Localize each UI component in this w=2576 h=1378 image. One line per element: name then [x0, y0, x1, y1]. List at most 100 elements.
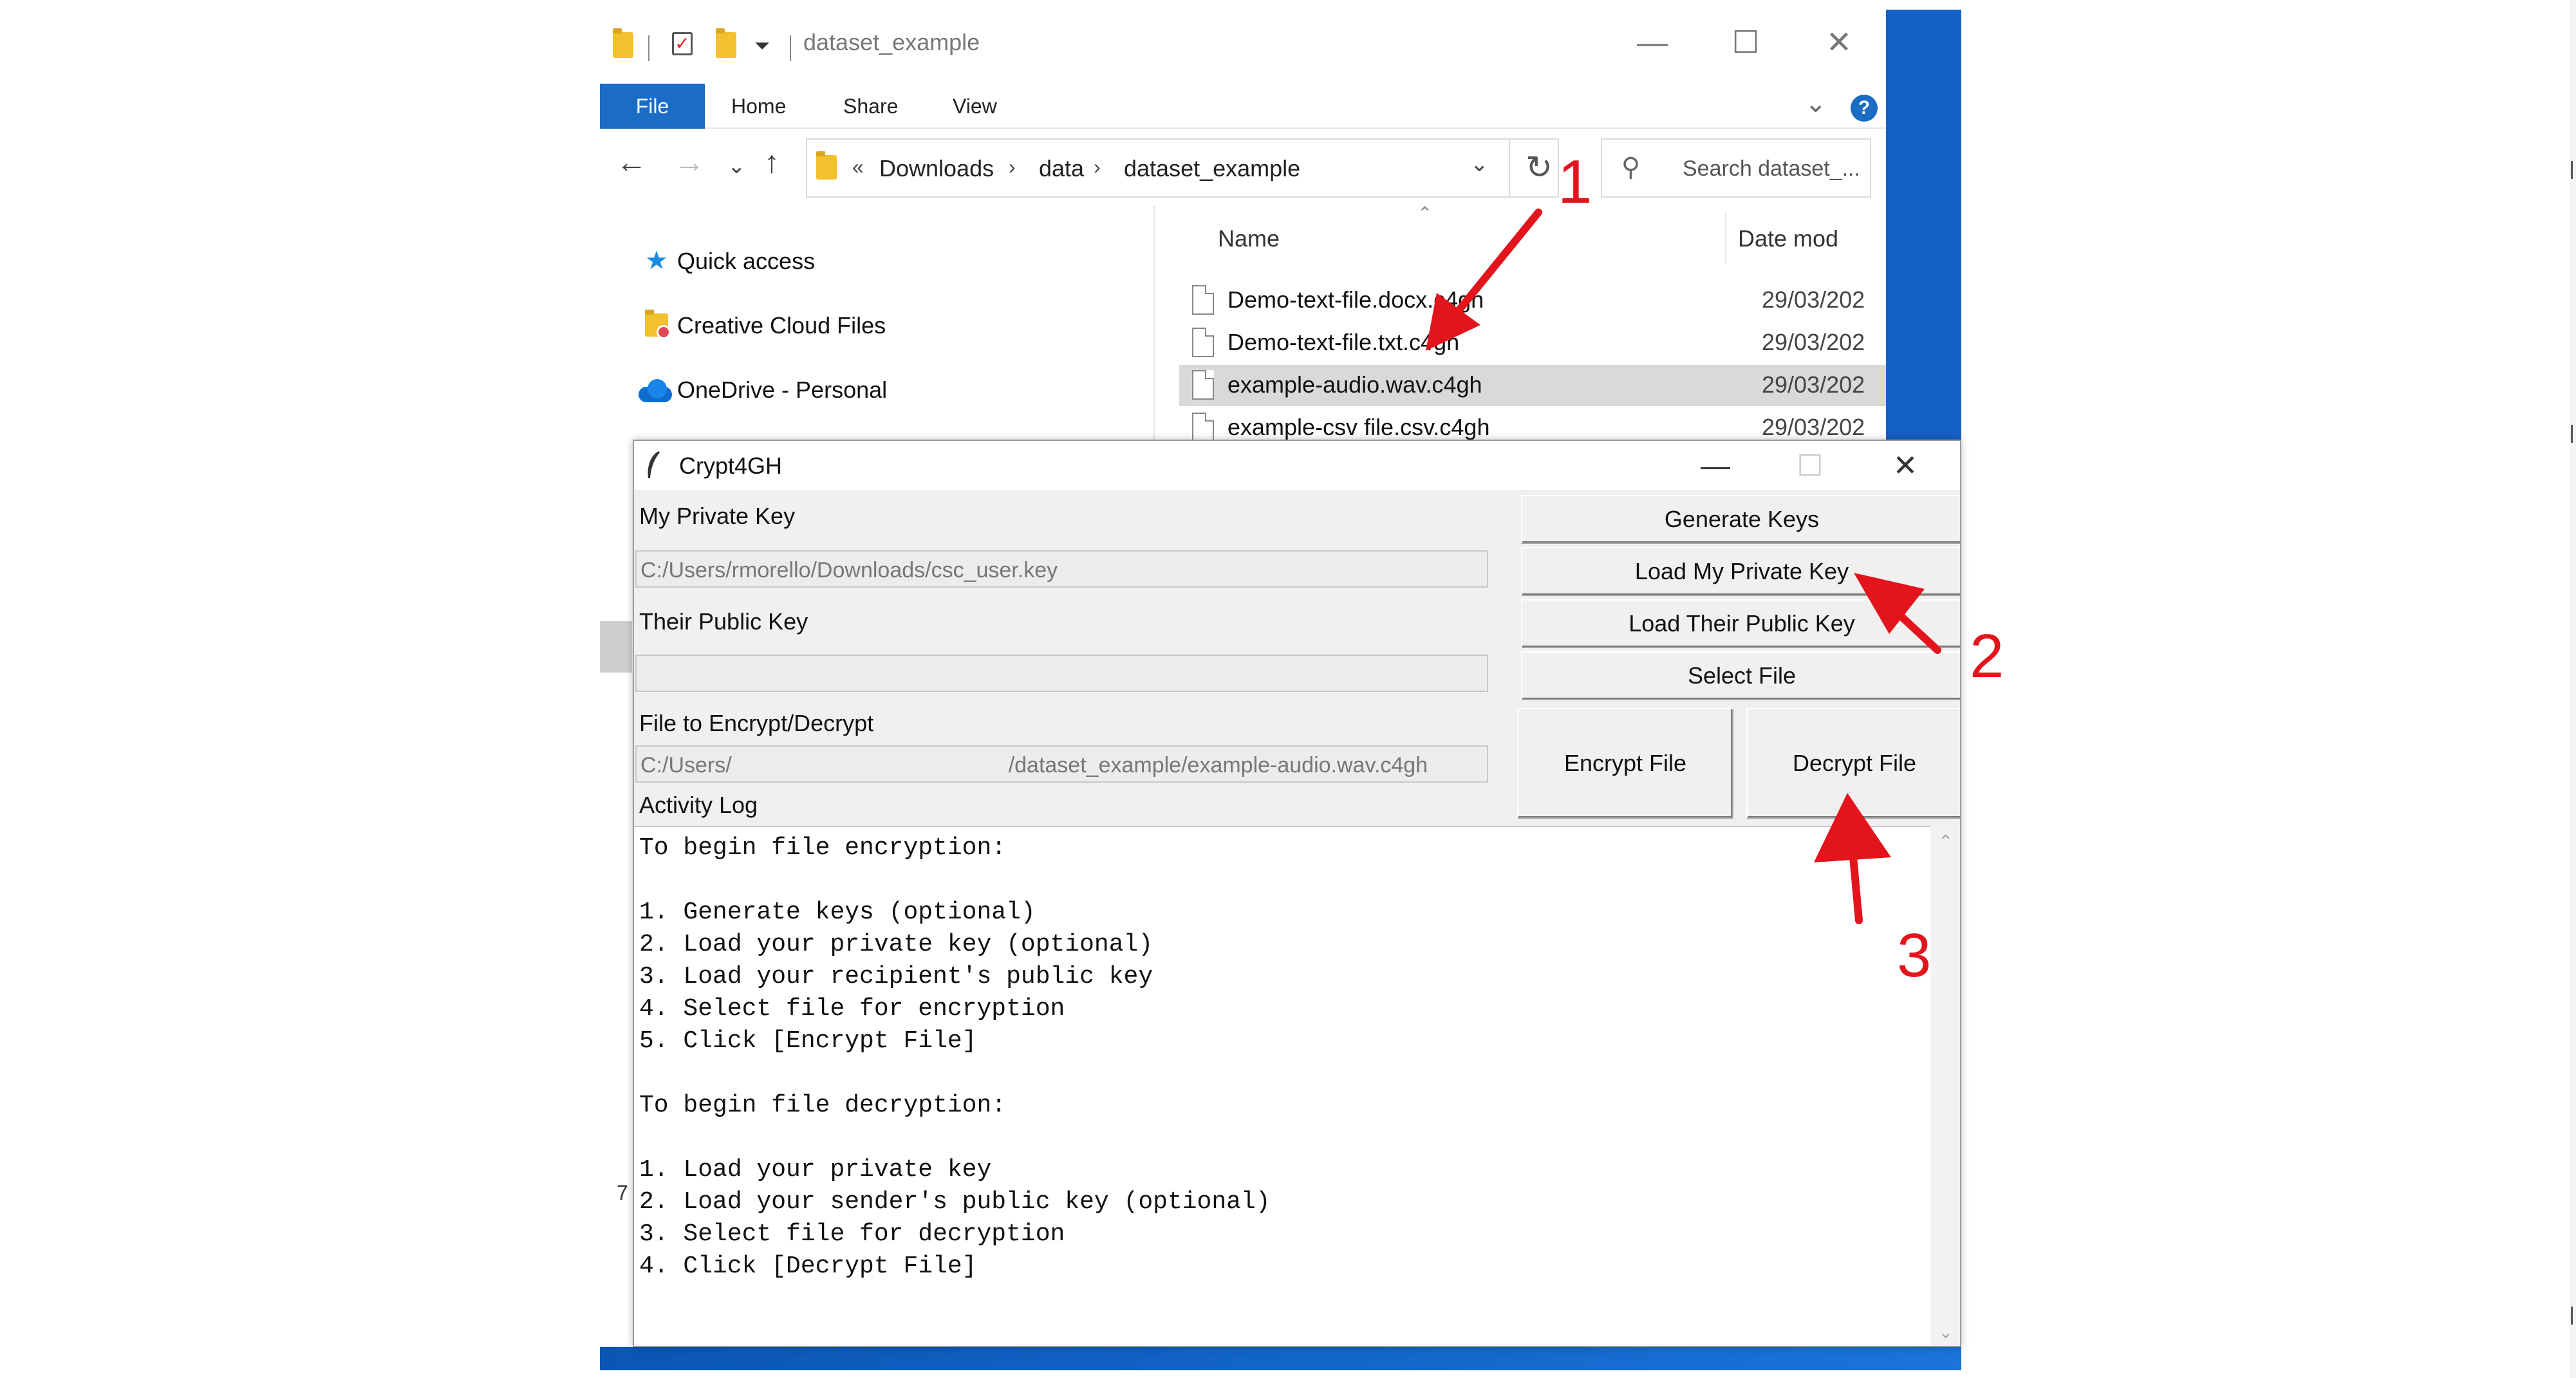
activity-log[interactable]: To begin file encryption: 1. Generate ke…	[634, 826, 1947, 1346]
file-name: example-audio.wav.c4gh	[1227, 371, 1482, 398]
taskbar	[600, 1347, 1961, 1370]
nav-item-creative-cloud-files[interactable]: Creative Cloud Files	[639, 306, 1089, 344]
log-line: 2. Load your private key (optional)	[639, 931, 1153, 958]
breadcrumb-data[interactable]: data	[1039, 155, 1084, 182]
creative-cloud-folder-icon	[645, 310, 671, 339]
log-line: 3. Load your recipient's public key	[639, 963, 1153, 991]
scroll-down-icon[interactable]: ⌄	[1938, 1321, 1953, 1343]
recent-locations-chevron-icon[interactable]: ⌄	[727, 153, 746, 179]
maximize-button[interactable]: ☐	[1778, 446, 1842, 485]
log-scrollbar[interactable]: ⌃ ⌄	[1930, 826, 1960, 1346]
close-button[interactable]: ✕	[1810, 24, 1868, 62]
breadcrumb-downloads[interactable]: Downloads	[879, 155, 994, 182]
nav-pane-selection[interactable]	[600, 621, 632, 673]
log-line: 5. Click [Encrypt File]	[639, 1027, 977, 1055]
desktop-edge	[2570, 0, 2576, 1378]
annotation-number-3: 3	[1897, 921, 1932, 990]
file-row[interactable]: Demo-text-file.docx.c4gh 29/03/202	[1179, 280, 1886, 321]
customize-toolbar-icon[interactable]: ⏷	[754, 35, 770, 57]
sort-ascending-icon: ⌃	[1417, 203, 1433, 223]
expand-ribbon-chevron-icon[interactable]: ⌄	[1805, 89, 1827, 118]
cloud-shape	[648, 379, 667, 398]
encrypt-file-button[interactable]: Encrypt File	[1517, 708, 1733, 819]
search-placeholder: Search dataset_...	[1683, 156, 1860, 181]
nav-item-label: Creative Cloud Files	[677, 312, 886, 339]
private-key-label: My Private Key	[639, 503, 796, 529]
close-button[interactable]: ✕	[1873, 446, 1937, 485]
status-item-count: 7	[617, 1181, 628, 1204]
tab-home[interactable]: Home	[731, 84, 786, 129]
ribbon-tabs: File Home Share View ⌄ ?	[600, 84, 1886, 129]
generate-keys-button[interactable]: Generate Keys	[1521, 495, 1960, 544]
nav-item-onedrive[interactable]: OneDrive - Personal	[639, 370, 1089, 409]
refresh-icon[interactable]: ↻	[1526, 149, 1553, 186]
maximize-button[interactable]: ☐	[1717, 24, 1775, 62]
file-name: Demo-text-file.docx.c4gh	[1227, 286, 1484, 313]
log-line: To begin file decryption:	[639, 1092, 1007, 1119]
tab-view[interactable]: View	[953, 84, 997, 129]
folder-icon	[613, 28, 633, 58]
breadcrumb-overflow[interactable]: «	[852, 155, 864, 179]
log-line: 1. Generate keys (optional)	[639, 898, 1036, 926]
divider	[790, 35, 791, 61]
column-divider[interactable]	[1725, 212, 1726, 264]
file-row[interactable]: Demo-text-file.txt.c4gh 29/03/202	[1179, 322, 1886, 364]
feather-icon	[648, 451, 660, 478]
chevron-right-icon: ›	[1009, 155, 1016, 178]
crypt4gh-window-title: Crypt4GH	[679, 452, 783, 479]
up-arrow-icon[interactable]: ↑	[764, 145, 779, 180]
creative-cloud-badge	[657, 325, 671, 339]
annotation-number-2: 2	[1970, 622, 2004, 691]
log-line: 1. Load your private key	[639, 1156, 992, 1184]
load-public-key-button[interactable]: Load Their Public Key	[1521, 599, 1960, 648]
log-line: 3. Select file for decryption	[639, 1220, 1065, 1248]
scroll-up-icon[interactable]: ⌃	[1938, 831, 1953, 852]
file-name: Demo-text-file.txt.c4gh	[1227, 329, 1460, 355]
edge-mark	[2571, 425, 2573, 443]
activity-log-text: To begin file encryption: 1. Generate ke…	[639, 832, 1271, 1283]
file-label: File to Encrypt/Decrypt	[639, 710, 874, 736]
file-date: 29/03/202	[1762, 414, 1865, 440]
column-header-name[interactable]: Name	[1218, 225, 1280, 252]
explorer-titlebar: ✓ ⏷ dataset_example — ☐ ✕	[600, 10, 1886, 84]
file-date: 29/03/202	[1762, 286, 1865, 313]
edge-mark	[2571, 1307, 2573, 1325]
file-icon	[1192, 370, 1214, 400]
file-path-field[interactable]: C:/Users/ /dataset_example/example-audio.…	[635, 745, 1488, 783]
public-key-field[interactable]	[635, 655, 1488, 692]
minimize-button[interactable]: —	[1683, 446, 1748, 485]
select-file-button[interactable]: Select File	[1521, 651, 1960, 700]
properties-check-icon[interactable]: ✓	[672, 32, 693, 55]
search-input[interactable]: ⚲ Search dataset_...	[1601, 138, 1871, 198]
new-folder-icon[interactable]	[716, 28, 736, 58]
nav-item-label: OneDrive - Personal	[677, 377, 888, 403]
file-path-suffix: /dataset_example/example-audio.wav.c4gh	[1008, 753, 1428, 777]
tab-file[interactable]: File	[600, 84, 705, 129]
tab-share[interactable]: Share	[843, 84, 898, 129]
file-row-selected[interactable]: example-audio.wav.c4gh 29/03/202	[1179, 365, 1886, 406]
address-bar[interactable]: « Downloads › data › dataset_example ⌄ ↻	[806, 138, 1559, 198]
minimize-button[interactable]: —	[1623, 24, 1681, 62]
load-private-key-button[interactable]: Load My Private Key	[1521, 547, 1960, 596]
back-arrow-icon[interactable]: ←	[616, 145, 647, 180]
nav-item-quick-access[interactable]: ★ Quick access	[639, 241, 1089, 280]
crypt4gh-window: Crypt4GH — ☐ ✕ My Private Key C:/Users/r…	[633, 440, 1961, 1347]
decrypt-file-button[interactable]: Decrypt File	[1746, 708, 1960, 819]
breadcrumb-dataset-example[interactable]: dataset_example	[1124, 155, 1300, 182]
forward-arrow-icon[interactable]: →	[674, 145, 705, 180]
private-key-field[interactable]: C:/Users/rmorello/Downloads/csc_user.key	[635, 550, 1488, 588]
column-header-date-modified[interactable]: Date mod	[1738, 225, 1838, 252]
log-line: 2. Load your sender's public key (option…	[639, 1188, 1271, 1216]
file-icon	[1192, 328, 1214, 357]
address-dropdown-chevron-icon[interactable]: ⌄	[1470, 151, 1489, 177]
file-date: 29/03/202	[1762, 329, 1865, 355]
onedrive-cloud-icon	[639, 377, 672, 402]
explorer-window-title: dataset_example	[803, 29, 980, 55]
help-icon[interactable]: ?	[1851, 95, 1878, 122]
file-icon	[1192, 285, 1214, 315]
divider	[1509, 140, 1510, 196]
chevron-right-icon: ›	[1094, 155, 1101, 178]
search-icon: ⚲	[1621, 153, 1641, 182]
